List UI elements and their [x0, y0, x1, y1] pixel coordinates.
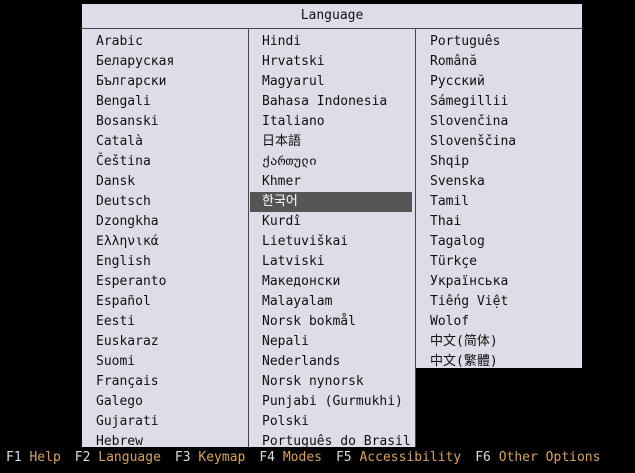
fkey-key: F3 — [174, 450, 191, 465]
language-option[interactable]: Polski — [250, 412, 412, 432]
language-option[interactable]: 中文(繁體) — [430, 352, 580, 372]
language-option[interactable]: Punjabi (Gurmukhi) — [250, 392, 412, 412]
fkey-key: F1 — [6, 450, 22, 465]
language-option[interactable]: Nederlands — [250, 352, 412, 372]
language-option[interactable]: Norsk nynorsk — [250, 372, 412, 392]
function-key-bar: F1 Help F2 Language F3 Keymap F4 Modes F5 Ac… — [6, 449, 614, 467]
fkey-label: Accessibility — [359, 450, 462, 465]
language-option[interactable]: Galego — [96, 392, 246, 412]
fkey-other-options[interactable]: F6 Other Options — [475, 449, 600, 467]
language-option[interactable]: Português do Brasil — [250, 432, 412, 447]
fkey-label: Help — [29, 450, 61, 465]
language-option[interactable]: Deutsch — [96, 192, 246, 212]
fkey-key: F6 — [475, 450, 491, 465]
language-option[interactable]: Lietuviškai — [250, 232, 412, 252]
language-option[interactable]: Euskaraz — [96, 332, 246, 352]
language-option[interactable]: Thai — [430, 212, 580, 232]
fkey-label: Modes — [282, 450, 322, 465]
language-option[interactable]: Bosanski — [96, 112, 246, 132]
language-column-3: Português Română Русский Sámegillii Slovenči… — [430, 32, 580, 372]
language-option[interactable]: English — [96, 252, 246, 272]
language-option[interactable]: Slovenščina — [430, 132, 580, 152]
fkey-keymap[interactable]: F3 Keymap — [175, 449, 245, 467]
language-option[interactable]: Čeština — [96, 152, 246, 172]
language-option[interactable]: Hebrew — [96, 432, 246, 447]
language-option[interactable]: Català — [96, 132, 246, 152]
language-option[interactable]: Norsk bokmål — [250, 312, 412, 332]
language-option[interactable]: Italiano — [250, 112, 412, 132]
language-option[interactable]: Ελληνικά — [96, 232, 246, 252]
language-option[interactable]: Tagalog — [430, 232, 580, 252]
title-divider — [82, 28, 582, 29]
fkey-key: F5 — [335, 450, 352, 465]
fkey-language[interactable]: F2 Language — [75, 449, 161, 467]
language-option[interactable]: ქართული — [250, 152, 412, 172]
fkey-key: F2 — [74, 450, 91, 465]
language-option[interactable]: Dzongkha — [96, 212, 246, 232]
language-option[interactable]: Slovenčina — [430, 112, 580, 132]
language-option[interactable]: Hrvatski — [250, 52, 412, 72]
language-option[interactable]: Nepali — [250, 332, 412, 352]
fkey-key: F4 — [259, 450, 276, 465]
language-option[interactable]: Türkçe — [430, 252, 580, 272]
fkey-label: Other Options — [498, 450, 601, 465]
fkey-modes[interactable]: F4 Modes — [259, 449, 322, 467]
language-option[interactable]: Eesti — [96, 312, 246, 332]
language-option[interactable]: Arabic — [96, 32, 246, 52]
column-divider-1 — [248, 28, 249, 447]
fkey-label: Language — [98, 450, 161, 465]
boot-screen: Language Arabic Беларуская Български Bengal… — [0, 0, 635, 473]
language-option[interactable]: Sámegillii — [430, 92, 580, 112]
empty-area — [416, 368, 582, 447]
language-option[interactable]: Malayalam — [250, 292, 412, 312]
language-dialog: Language Arabic Беларуская Български Bengal… — [82, 4, 582, 447]
language-option[interactable]: Українська — [430, 272, 580, 292]
language-option[interactable]: Shqip — [430, 152, 580, 172]
language-option[interactable]: 한국어 — [250, 192, 412, 212]
language-option[interactable]: Български — [96, 72, 246, 92]
language-option[interactable]: Bengali — [96, 92, 246, 112]
language-option[interactable]: Esperanto — [96, 272, 246, 292]
language-option[interactable]: Hindi — [250, 32, 412, 52]
language-option[interactable]: Suomi — [96, 352, 246, 372]
language-option[interactable]: Tiếng Việt — [430, 292, 580, 312]
language-option[interactable]: Magyarul — [250, 72, 412, 92]
fkey-label: Keymap — [198, 450, 246, 465]
language-option[interactable]: Bahasa Indonesia — [250, 92, 412, 112]
language-option[interactable]: Español — [96, 292, 246, 312]
fkey-accessibility[interactable]: F5 Accessibility — [336, 449, 461, 467]
language-option[interactable]: Français — [96, 372, 246, 392]
language-option[interactable]: Gujarati — [96, 412, 246, 432]
language-option[interactable]: Română — [430, 52, 580, 72]
language-option[interactable]: 中文(简体) — [430, 332, 580, 352]
language-option[interactable]: Беларуская — [96, 52, 246, 72]
language-option[interactable]: Svenska — [430, 172, 580, 192]
language-option[interactable]: Kurdî — [250, 212, 412, 232]
language-option[interactable]: Македонски — [250, 272, 412, 292]
language-option[interactable]: Khmer — [250, 172, 412, 192]
language-column-1: Arabic Беларуская Български Bengali Bosanski… — [96, 32, 246, 447]
language-option[interactable]: Latviski — [250, 252, 412, 272]
language-option[interactable]: Wolof — [430, 312, 580, 332]
language-option[interactable]: 日本語 — [250, 132, 412, 152]
dialog-title: Language — [300, 8, 364, 23]
language-option[interactable]: Dansk — [96, 172, 246, 192]
fkey-help[interactable]: F1 Help — [6, 449, 61, 467]
language-option[interactable]: Português — [430, 32, 580, 52]
language-column-2: Hindi Hrvatski Magyarul Bahasa Indonesia Ita… — [250, 32, 412, 447]
language-option[interactable]: Tamil — [430, 192, 580, 212]
language-option[interactable]: Русский — [430, 72, 580, 92]
